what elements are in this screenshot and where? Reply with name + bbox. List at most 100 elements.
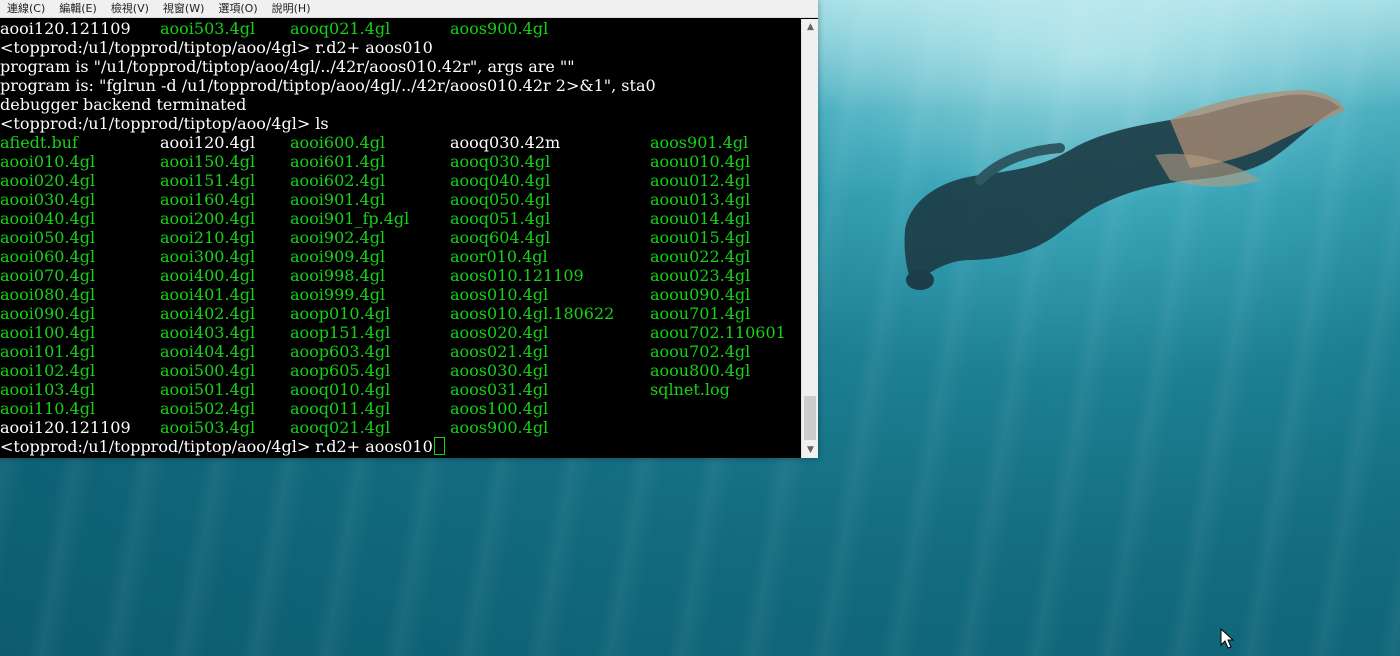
file-entry: aoos010.121109 — [450, 266, 584, 285]
terminal-window[interactable]: 連線(C) 編輯(E) 檢視(V) 視窗(W) 選項(O) 說明(H) aooi… — [0, 0, 818, 458]
file-entry: aoos020.4gl — [450, 323, 549, 342]
file-entry: aooi300.4gl — [160, 247, 256, 266]
terminal-line: program is: "fglrun -d /u1/topprod/tipto… — [0, 76, 800, 95]
terminal-line: aooi103.4gl aooi501.4gl aooq010.4gl aoos031… — [0, 380, 800, 399]
file-entry: aooq011.4gl — [290, 399, 391, 418]
file-entry: aoos900.4gl — [450, 19, 549, 38]
file-entry: aoou701.4gl — [650, 304, 751, 323]
file-entry: sqlnet.log — [650, 380, 730, 399]
terminal-text: <topprod:/u1/topprod/tiptop/aoo/4gl> r.d… — [0, 38, 433, 57]
terminal-text: debugger backend terminated — [0, 95, 247, 114]
file-entry: aoos021.4gl — [450, 342, 549, 361]
file-entry: aoou702.4gl — [650, 342, 751, 361]
file-entry: aooq051.4gl — [450, 209, 551, 228]
menu-help[interactable]: 說明(H) — [265, 0, 318, 18]
file-entry: aooi151.4gl — [160, 171, 256, 190]
file-entry: aooi501.4gl — [160, 380, 256, 399]
file-entry: aooi102.4gl — [0, 361, 96, 380]
file-entry: aooi150.4gl — [160, 152, 256, 171]
file-entry: aooi909.4gl — [290, 247, 386, 266]
mouse-pointer-icon — [1220, 628, 1235, 649]
file-entry: aoos010.4gl — [450, 285, 549, 304]
file-entry: aoop151.4gl — [290, 323, 391, 342]
file-entry: aoou010.4gl — [650, 152, 751, 171]
terminal-line: aooi120.121109 aooi503.4gl aooq021.4gl aoos… — [0, 19, 800, 38]
file-entry: aooi120.121109 — [0, 418, 131, 437]
file-entry: aoou013.4gl — [650, 190, 751, 209]
file-entry: aoou800.4gl — [650, 361, 751, 380]
text-cursor — [433, 437, 445, 455]
terminal-line: aooi030.4gl aooi160.4gl aooi901.4gl aooq050… — [0, 190, 800, 209]
terminal-prompt-line[interactable]: <topprod:/u1/topprod/tiptop/aoo/4gl> r.d… — [0, 437, 800, 456]
file-entry: aooi010.4gl — [0, 152, 96, 171]
terminal-line: aooi110.4gl aooi502.4gl aooq011.4gl aoos100… — [0, 399, 800, 418]
file-entry: aooi404.4gl — [160, 342, 256, 361]
file-entry: aooi901_fp.4gl — [290, 209, 410, 228]
file-entry: aoou022.4gl — [650, 247, 751, 266]
file-entry: aooq021.4gl — [290, 19, 391, 38]
file-entry: aooq040.4gl — [450, 171, 551, 190]
file-entry: aoou015.4gl — [650, 228, 751, 247]
file-entry: aooi600.4gl — [290, 133, 386, 152]
terminal-line: aooi102.4gl aooi500.4gl aoop605.4gl aoos030… — [0, 361, 800, 380]
terminal-line: aooi040.4gl aooi200.4gl aooi901_fp.4gl aooq… — [0, 209, 800, 228]
file-entry: aooi110.4gl — [0, 399, 96, 418]
file-entry: aooi402.4gl — [160, 304, 256, 323]
file-entry: aooi100.4gl — [0, 323, 96, 342]
file-entry: aooi500.4gl — [160, 361, 256, 380]
file-entry: aoop010.4gl — [290, 304, 391, 323]
file-entry: aooi503.4gl — [160, 418, 256, 437]
file-entry: aoop605.4gl — [290, 361, 391, 380]
terminal-line: <topprod:/u1/topprod/tiptop/aoo/4gl> r.d… — [0, 38, 800, 57]
file-entry: aooi160.4gl — [160, 190, 256, 209]
file-entry: aooq050.4gl — [450, 190, 551, 209]
terminal-output[interactable]: aooi120.121109 aooi503.4gl aooq021.4gl aoos… — [0, 19, 800, 457]
terminal-line: afiedt.buf aooi120.4gl aooi600.4gl aooq030.… — [0, 133, 800, 152]
file-entry: aooi602.4gl — [290, 171, 386, 190]
file-entry: aoou014.4gl — [650, 209, 751, 228]
file-entry: aoou023.4gl — [650, 266, 751, 285]
file-entry: aooi901.4gl — [290, 190, 386, 209]
file-entry: aoos030.4gl — [450, 361, 549, 380]
file-entry: aoop603.4gl — [290, 342, 391, 361]
terminal-line: aooi120.121109 aooi503.4gl aooq021.4gl aoos… — [0, 418, 800, 437]
file-entry: aooi502.4gl — [160, 399, 256, 418]
menu-window[interactable]: 視窗(W) — [156, 0, 211, 18]
file-entry: aooi070.4gl — [0, 266, 96, 285]
file-entry: aoou090.4gl — [650, 285, 751, 304]
terminal-line: aooi020.4gl aooi151.4gl aooi602.4gl aooq040… — [0, 171, 800, 190]
menu-edit[interactable]: 編輯(E) — [52, 0, 104, 18]
scroll-down-icon[interactable]: ▼ — [802, 442, 819, 458]
file-entry: aooi503.4gl — [160, 19, 256, 38]
file-entry: aoou702.110601 — [650, 323, 786, 342]
terminal-line: aooi090.4gl aooi402.4gl aoop010.4gl aoos010… — [0, 304, 800, 323]
file-entry: aooi403.4gl — [160, 323, 256, 342]
command-prompt: <topprod:/u1/topprod/tiptop/aoo/4gl> r.d… — [0, 437, 433, 456]
menu-connection[interactable]: 連線(C) — [0, 0, 52, 18]
file-entry: aooq021.4gl — [290, 418, 391, 437]
file-entry: aooi050.4gl — [0, 228, 96, 247]
file-entry: aoos100.4gl — [450, 399, 549, 418]
file-entry: aooi601.4gl — [290, 152, 386, 171]
menu-view[interactable]: 檢視(V) — [104, 0, 156, 18]
file-entry: aooi120.121109 — [0, 19, 131, 38]
file-entry: aoos901.4gl — [650, 133, 749, 152]
terminal-line: aooi080.4gl aooi401.4gl aooi999.4gl aoos010… — [0, 285, 800, 304]
file-entry: aoou012.4gl — [650, 171, 751, 190]
file-entry: aoos031.4gl — [450, 380, 549, 399]
terminal-line: aooi050.4gl aooi210.4gl aooi902.4gl aooq604… — [0, 228, 800, 247]
file-entry: aooi080.4gl — [0, 285, 96, 304]
file-entry: aoos010.4gl.180622 — [450, 304, 615, 323]
file-entry: aooi060.4gl — [0, 247, 96, 266]
terminal-line: aooi060.4gl aooi300.4gl aooi909.4gl aoor010… — [0, 247, 800, 266]
file-entry: aooq604.4gl — [450, 228, 551, 247]
vertical-scrollbar[interactable]: ▲ ▼ — [801, 19, 818, 458]
file-entry: aooi020.4gl — [0, 171, 96, 190]
terminal-line: aooi101.4gl aooi404.4gl aoop603.4gl aoos021… — [0, 342, 800, 361]
file-entry: aooi999.4gl — [290, 285, 386, 304]
scroll-up-icon[interactable]: ▲ — [802, 19, 819, 35]
scroll-thumb[interactable] — [804, 396, 816, 440]
file-entry: aooi030.4gl — [0, 190, 96, 209]
menu-options[interactable]: 選項(O) — [211, 0, 264, 18]
file-entry: aooi200.4gl — [160, 209, 256, 228]
